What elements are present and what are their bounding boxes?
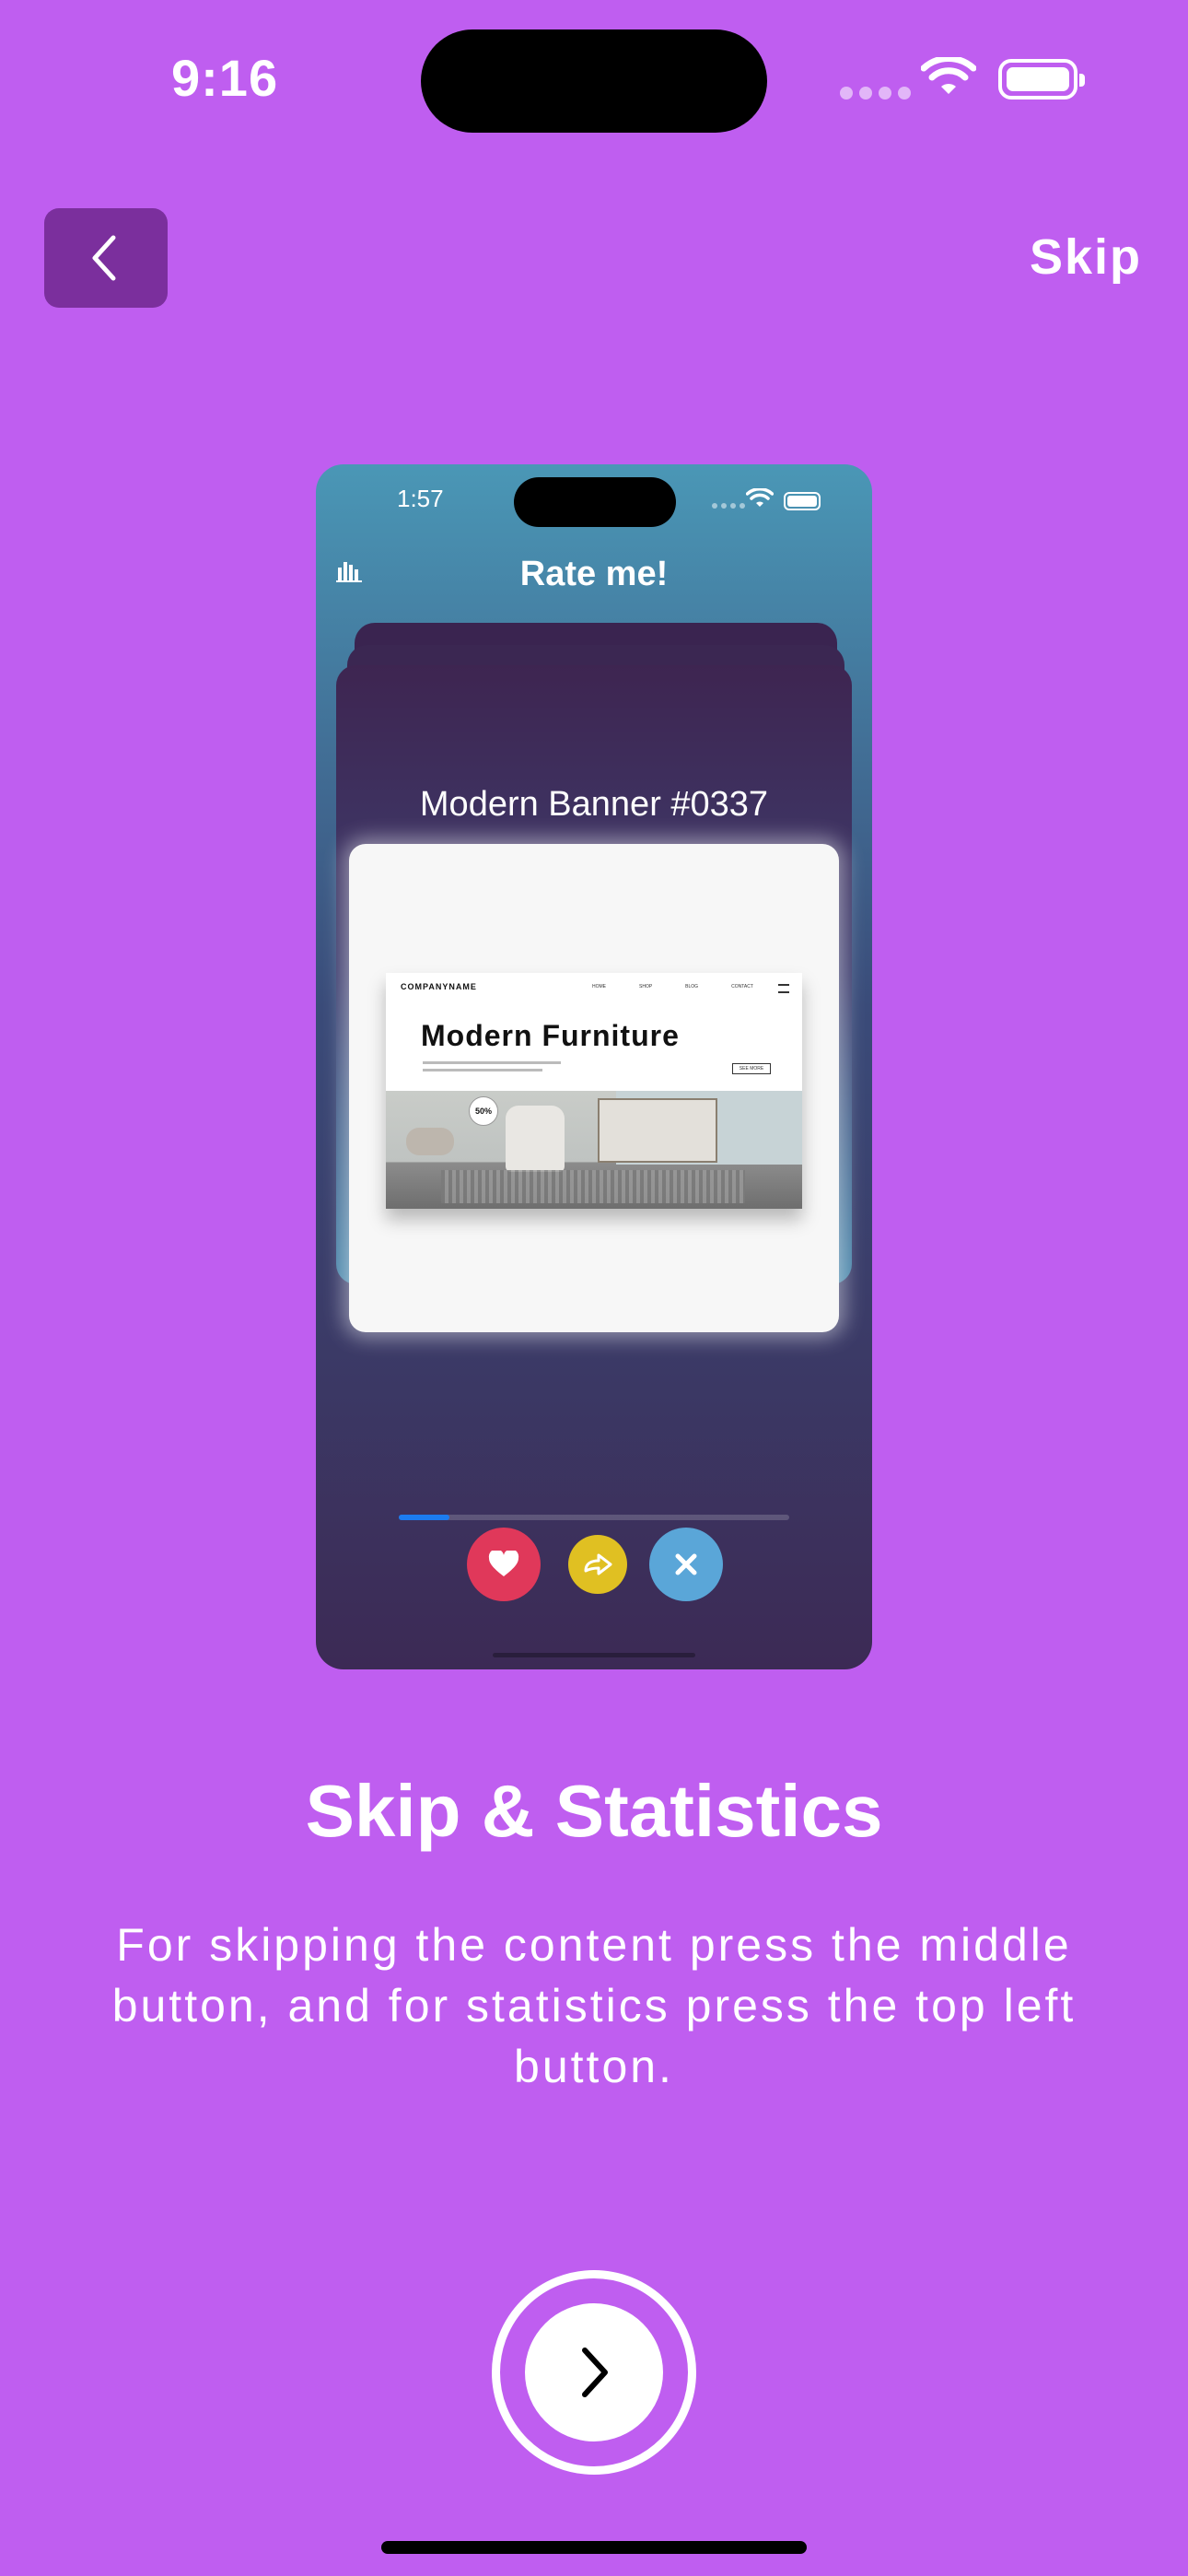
chevron-left-icon <box>92 235 116 281</box>
banner-text-line <box>423 1069 542 1071</box>
progress-track <box>399 1515 789 1520</box>
status-time: 9:16 <box>171 49 279 107</box>
skip-content-button[interactable] <box>568 1535 627 1594</box>
content-card[interactable]: Modern Banner #0337 COMPANYNAME HOME SHO… <box>336 665 852 1332</box>
skip-button[interactable]: Skip <box>1030 228 1142 286</box>
room-dog <box>406 1128 454 1155</box>
banner-button: SEE MORE <box>732 1063 771 1074</box>
banner-nav-item: HOME <box>592 984 606 989</box>
preview-status-time: 1:57 <box>397 485 444 512</box>
preview-title: Rate me! <box>519 555 669 593</box>
wifi-icon <box>920 55 977 102</box>
banner-room-photo: 50% <box>386 1091 802 1209</box>
next-button[interactable] <box>492 2270 696 2475</box>
room-rug <box>441 1170 745 1203</box>
onboarding-title: Skip & Statistics <box>305 1770 883 1852</box>
banner-company: COMPANYNAME <box>401 982 477 991</box>
battery-icon <box>998 59 1085 100</box>
preview-battery-icon <box>784 492 821 510</box>
banner-nav: HOME SHOP BLOG CONTACT <box>592 984 753 989</box>
preview-dynamic-island <box>514 477 676 527</box>
back-button[interactable] <box>44 208 168 308</box>
preview-wifi-icon <box>745 487 775 513</box>
banner-mockup: COMPANYNAME HOME SHOP BLOG CONTACT Moder… <box>386 973 802 1209</box>
preview-signal-icon <box>712 503 745 509</box>
banner-badge: 50% <box>469 1096 498 1126</box>
banner-nav-item: BLOG <box>685 984 699 989</box>
close-icon <box>675 1553 697 1575</box>
dynamic-island <box>421 29 767 133</box>
banner-text-line <box>423 1061 561 1064</box>
signal-icon <box>840 87 911 100</box>
progress-fill <box>399 1515 450 1520</box>
banner-menu-icon <box>778 984 789 993</box>
banner-nav-item: SHOP <box>639 984 653 989</box>
banner-image: COMPANYNAME HOME SHOP BLOG CONTACT Moder… <box>349 844 839 1332</box>
preview-phone: 1:57 Rate me! Modern Banner #0337 COMPAN… <box>316 464 872 1669</box>
heart-icon <box>488 1551 519 1576</box>
like-button[interactable] <box>467 1528 541 1601</box>
banner-heading: Modern Furniture <box>421 1019 680 1052</box>
forward-arrow-icon <box>584 1553 612 1575</box>
room-chair <box>506 1106 565 1172</box>
home-indicator <box>381 2541 807 2554</box>
room-shelf <box>598 1098 717 1163</box>
onboarding-description: For skipping the content press the middl… <box>111 1919 1077 2092</box>
card-title: Modern Banner #0337 <box>419 785 769 824</box>
chevron-right-icon <box>582 2348 608 2397</box>
next-button-inner <box>525 2303 663 2441</box>
preview-home-indicator <box>493 1653 695 1657</box>
banner-nav-item: CONTACT <box>731 984 753 989</box>
dislike-button[interactable] <box>649 1528 723 1601</box>
